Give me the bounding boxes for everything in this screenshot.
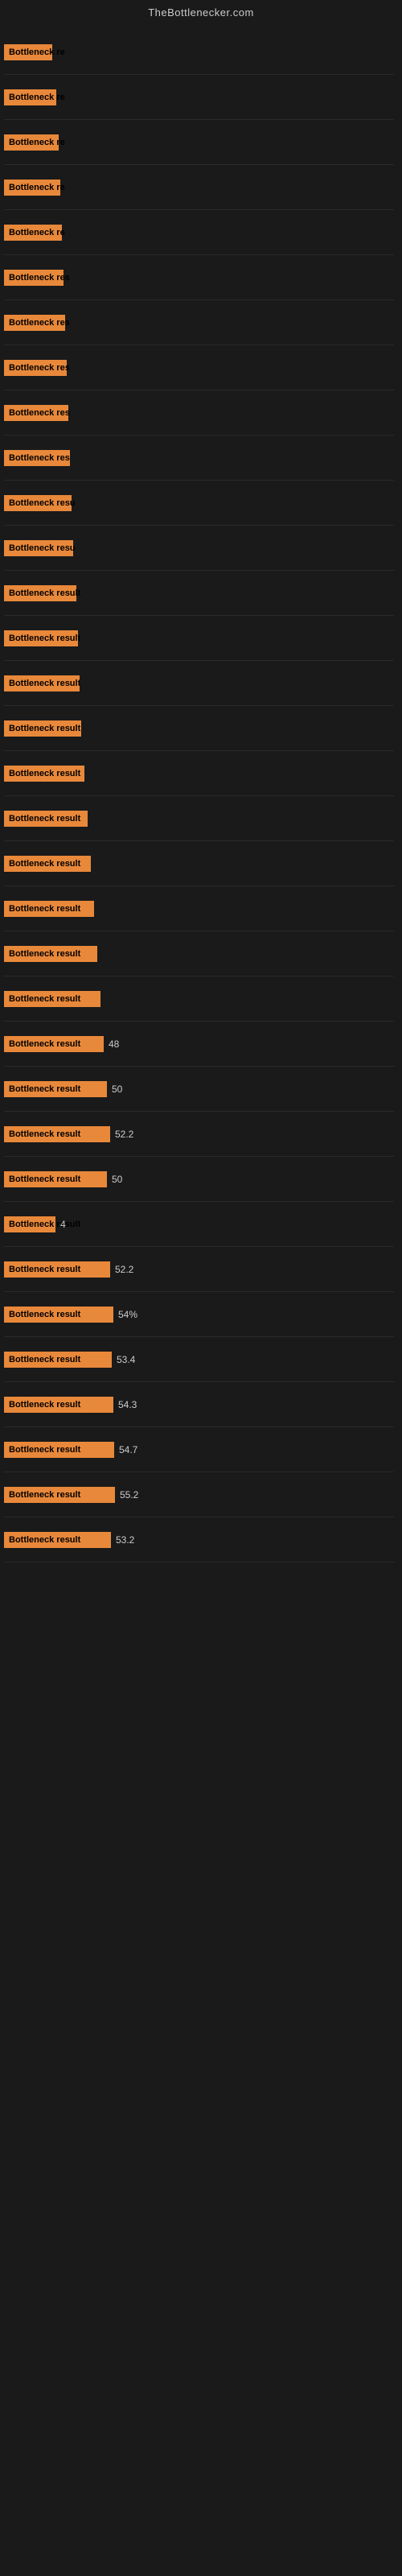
bar-value: 50 xyxy=(112,1084,122,1095)
bar-row: Bottleneck re xyxy=(4,75,394,120)
bar-row: Bottleneck result xyxy=(4,841,394,886)
bar-row: Bottleneck result 50 xyxy=(4,1157,394,1202)
bar-value: 53.2 xyxy=(116,1534,134,1546)
bar-row: Bottleneck re xyxy=(4,165,394,210)
bar-row: Bottleneck result 55.2 xyxy=(4,1472,394,1517)
bar-label: Bottleneck result xyxy=(4,675,80,691)
bar-row: Bottleneck re xyxy=(4,210,394,255)
bar-label: Bottleneck result xyxy=(4,1397,113,1413)
bar-row: Bottleneck result xyxy=(4,571,394,616)
bar-row: Bottleneck result xyxy=(4,976,394,1022)
bar-row: Bottleneck result 50 xyxy=(4,1067,394,1112)
bar-value: 53.4 xyxy=(117,1354,135,1365)
bar-row: Bottleneck result 52.2 xyxy=(4,1247,394,1292)
bar-label: Bottleneck result xyxy=(4,630,78,646)
bar-value: 54.7 xyxy=(119,1444,137,1455)
bar-label: Bottleneck result xyxy=(4,811,88,827)
bar-row: Bottleneck res xyxy=(4,300,394,345)
bar-label: Bottleneck result xyxy=(4,991,100,1007)
bar-row: Bottleneck result xyxy=(4,706,394,751)
bar-label: Bottleneck res xyxy=(4,270,64,286)
bar-label: Bottleneck result xyxy=(4,1261,110,1278)
bar-label: Bottleneck result xyxy=(4,720,81,737)
bar-label: Bottleneck resu xyxy=(4,540,73,556)
bar-row: Bottleneck result 54.3 xyxy=(4,1382,394,1427)
header: TheBottlenecker.com xyxy=(0,0,402,22)
bar-row: Bottleneck resu xyxy=(4,481,394,526)
bar-value: 48 xyxy=(109,1038,119,1050)
bar-label: Bottleneck res xyxy=(4,360,67,376)
bar-label: Bottleneck result xyxy=(4,1307,113,1323)
bar-label: Bottleneck re xyxy=(4,89,56,105)
bar-row: Bottleneck result 4 xyxy=(4,1202,394,1247)
bar-label: Bottleneck result xyxy=(4,1216,55,1232)
bar-value: 55.2 xyxy=(120,1489,138,1501)
bar-row: Bottleneck re xyxy=(4,120,394,165)
bar-label: Bottleneck res xyxy=(4,405,68,421)
bar-row: Bottleneck result xyxy=(4,886,394,931)
bar-label: Bottleneck re xyxy=(4,134,59,151)
bar-value: 50 xyxy=(112,1174,122,1185)
bar-label: Bottleneck result xyxy=(4,585,76,601)
bar-row: Bottleneck res xyxy=(4,390,394,436)
bar-value: 4 xyxy=(60,1219,66,1230)
bar-label: Bottleneck result xyxy=(4,1126,110,1142)
bar-row: Bottleneck resu xyxy=(4,526,394,571)
bar-row: Bottleneck res xyxy=(4,436,394,481)
bar-label: Bottleneck result xyxy=(4,856,91,872)
bar-row: Bottleneck result 52.2 xyxy=(4,1112,394,1157)
bar-label: Bottleneck re xyxy=(4,225,62,241)
site-title: TheBottlenecker.com xyxy=(0,0,402,22)
bar-label: Bottleneck res xyxy=(4,450,70,466)
bar-label: Bottleneck res xyxy=(4,315,65,331)
bar-value: 52.2 xyxy=(115,1264,133,1275)
bar-row: Bottleneck result 53.4 xyxy=(4,1337,394,1382)
bar-row: Bottleneck result 48 xyxy=(4,1022,394,1067)
bar-row: Bottleneck result xyxy=(4,796,394,841)
bar-label: Bottleneck result xyxy=(4,1442,114,1458)
bar-row: Bottleneck res xyxy=(4,255,394,300)
chart-area: Bottleneck re Bottleneck re Bottleneck re B… xyxy=(0,22,402,1571)
bar-row: Bottleneck result xyxy=(4,931,394,976)
bar-label: Bottleneck re xyxy=(4,180,60,196)
bar-label: Bottleneck result xyxy=(4,1352,112,1368)
bar-label: Bottleneck re xyxy=(4,44,52,60)
bar-value: 52.2 xyxy=(115,1129,133,1140)
bar-label: Bottleneck result xyxy=(4,1081,107,1097)
bar-row: Bottleneck result 54% xyxy=(4,1292,394,1337)
bar-label: Bottleneck result xyxy=(4,766,84,782)
bar-row: Bottleneck result 53.2 xyxy=(4,1517,394,1563)
bar-row: Bottleneck result xyxy=(4,751,394,796)
bar-value: 54% xyxy=(118,1309,137,1320)
bar-label: Bottleneck result xyxy=(4,901,94,917)
bar-label: Bottleneck resu xyxy=(4,495,72,511)
bar-row: Bottleneck result xyxy=(4,616,394,661)
bar-row: Bottleneck res xyxy=(4,345,394,390)
bar-label: Bottleneck result xyxy=(4,1036,104,1052)
bar-label: Bottleneck result xyxy=(4,1532,111,1548)
bar-label: Bottleneck result xyxy=(4,1487,115,1503)
bar-row: Bottleneck re xyxy=(4,30,394,75)
bar-row: Bottleneck result 54.7 xyxy=(4,1427,394,1472)
bar-value: 54.3 xyxy=(118,1399,137,1410)
bar-label: Bottleneck result xyxy=(4,946,97,962)
bar-label: Bottleneck result xyxy=(4,1171,107,1187)
bar-row: Bottleneck result xyxy=(4,661,394,706)
